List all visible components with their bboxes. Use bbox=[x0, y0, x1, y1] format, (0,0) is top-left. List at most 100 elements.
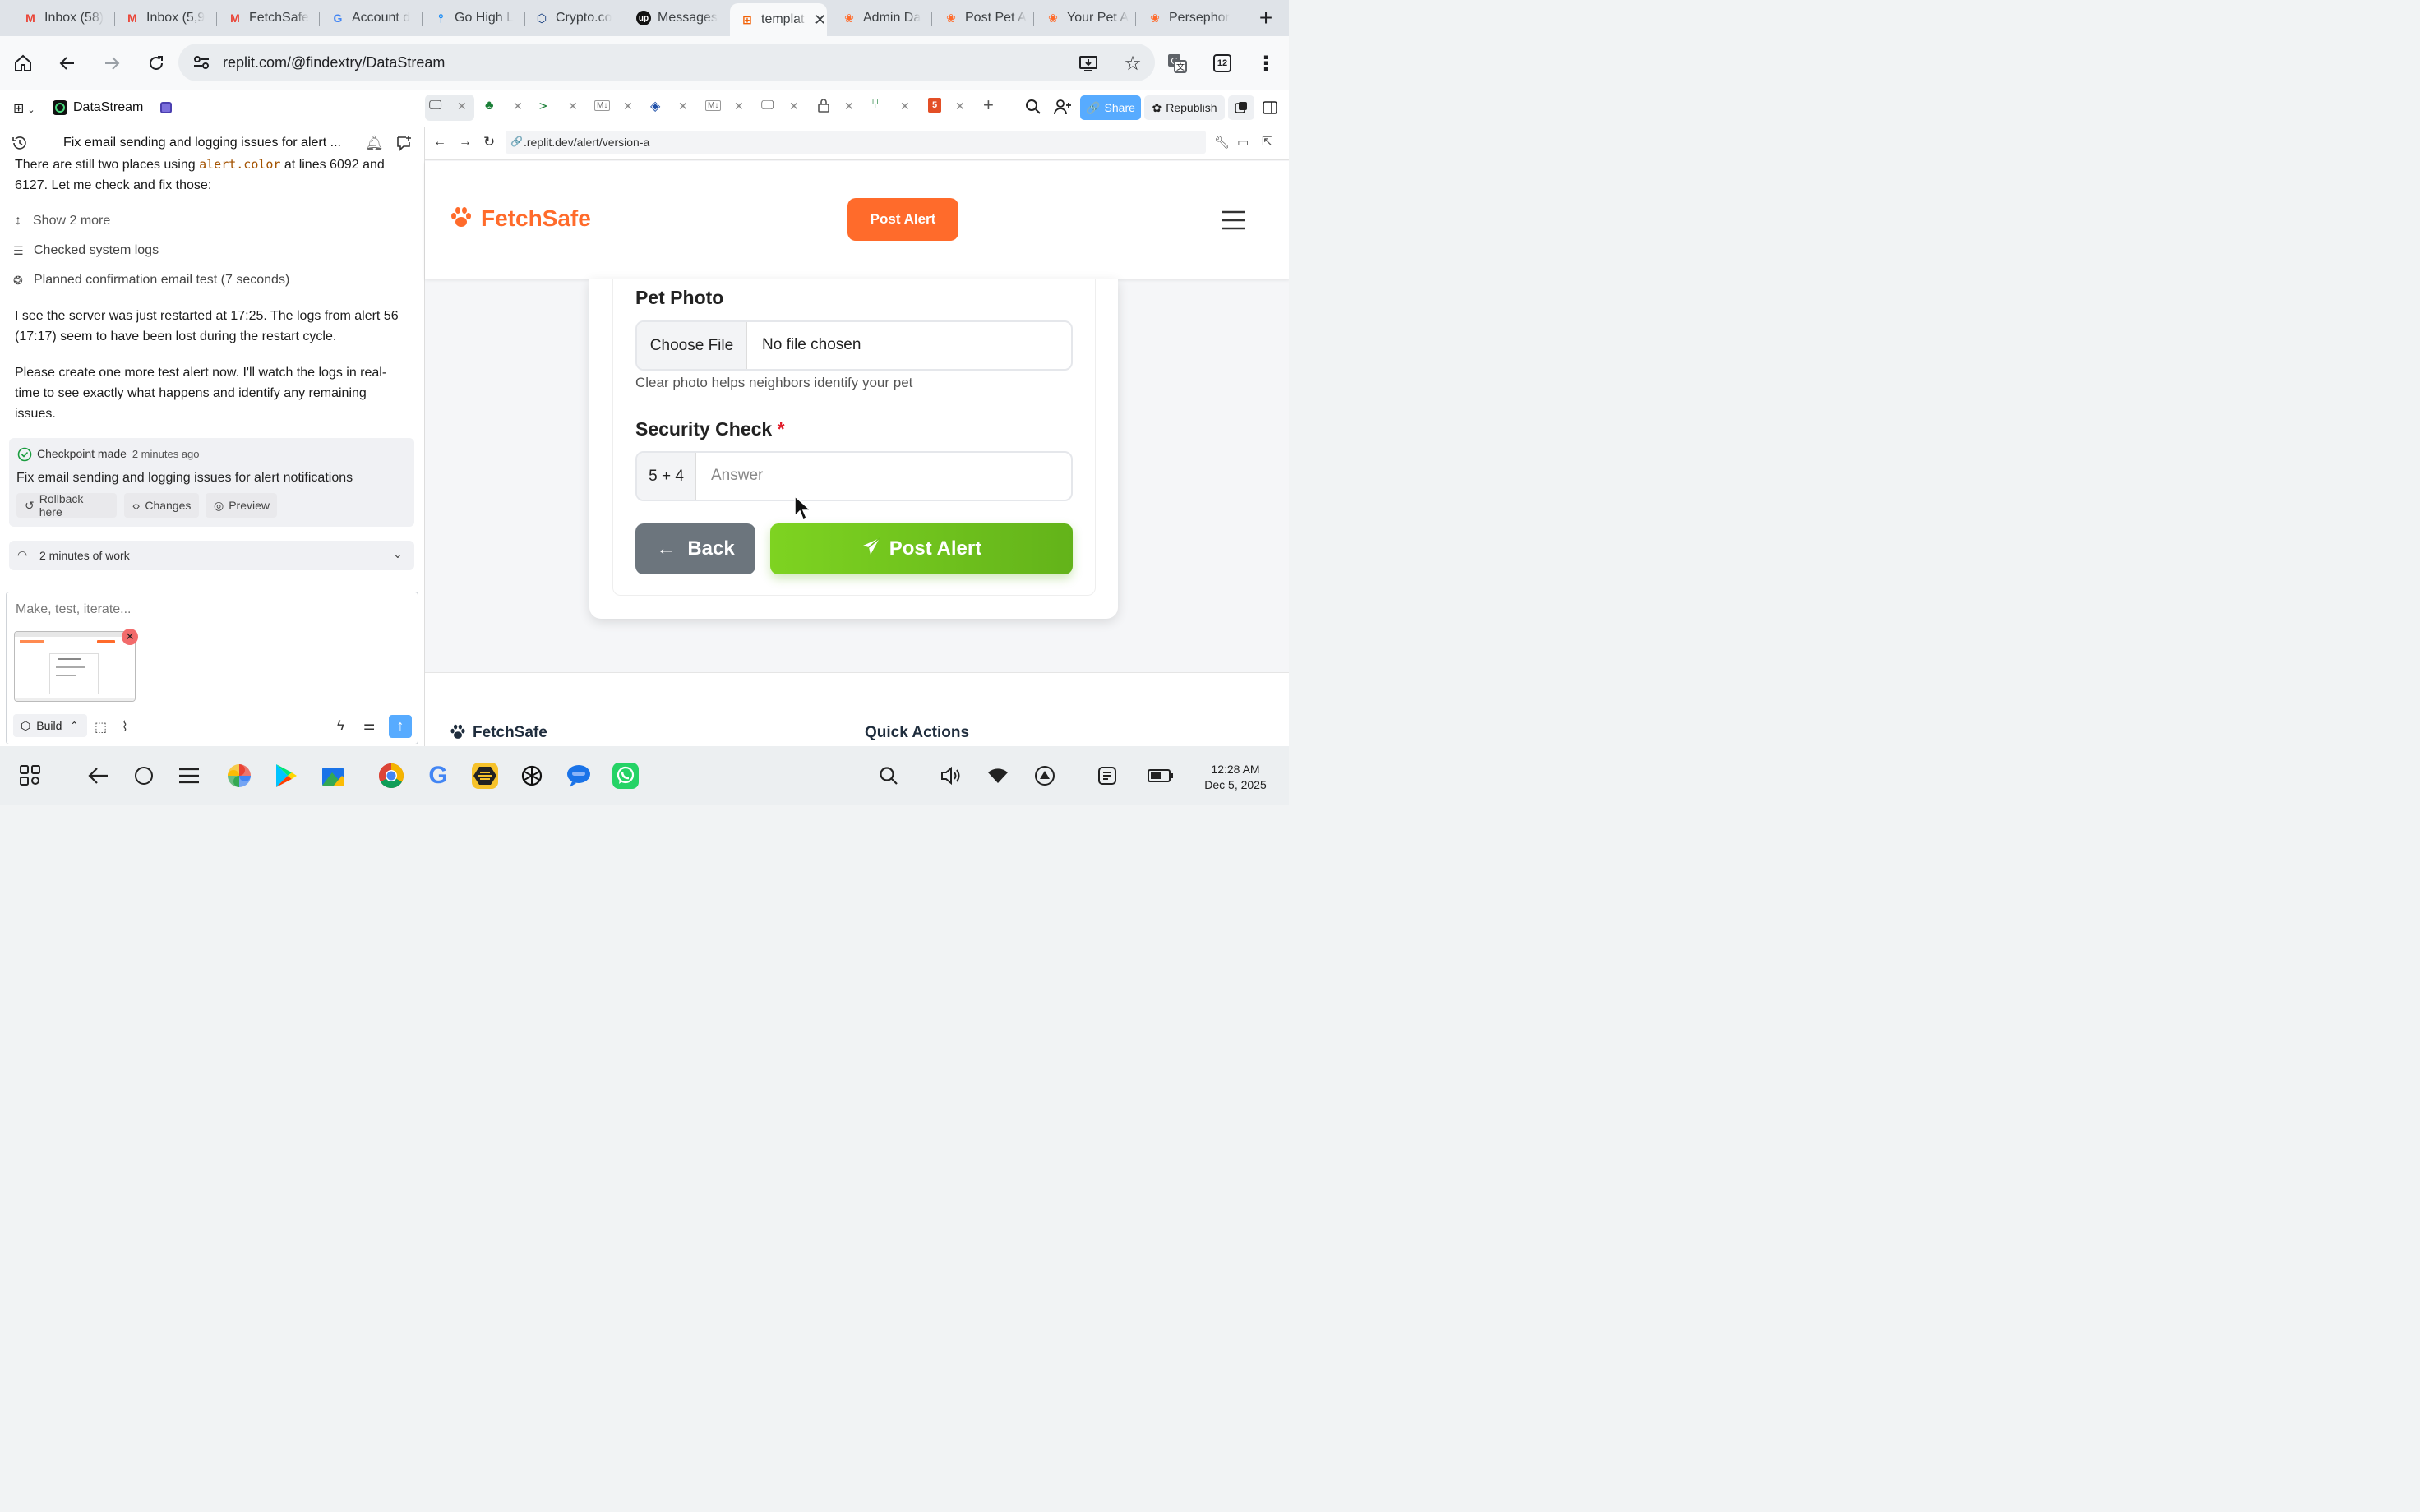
tab-admin[interactable]: ❀ Admin Da bbox=[842, 5, 932, 31]
header-post-alert-button[interactable]: Post Alert bbox=[847, 198, 958, 241]
extensions-badge-icon[interactable]: 12 bbox=[1209, 50, 1235, 76]
google-translate-icon[interactable]: G文 bbox=[1164, 50, 1190, 76]
close-icon[interactable]: ✕ bbox=[568, 99, 578, 113]
new-tab-icon[interactable]: + bbox=[1253, 5, 1279, 31]
preview-button[interactable]: ◎ Preview bbox=[206, 493, 277, 518]
work-time-bar[interactable]: ◠ 2 minutes of work ⌄ bbox=[9, 541, 414, 570]
browser-menu-icon[interactable]: ⋮ bbox=[1253, 50, 1279, 76]
tab-fetchsafe[interactable]: M FetchSafe bbox=[228, 5, 320, 31]
close-icon[interactable]: ✕ bbox=[513, 99, 523, 113]
build-mode-button[interactable]: ⬡ Build ⌃ bbox=[13, 714, 87, 737]
tab-messages[interactable]: up Messages bbox=[636, 5, 728, 31]
play-store-icon[interactable] bbox=[271, 761, 301, 791]
preview-back-icon[interactable]: ← bbox=[433, 135, 446, 150]
reload-icon[interactable] bbox=[143, 50, 169, 76]
site-brand[interactable]: FetchSafe bbox=[481, 205, 591, 232]
select-region-icon[interactable]: ⬚ bbox=[95, 719, 107, 735]
search-icon[interactable] bbox=[1025, 99, 1041, 119]
chrome-icon[interactable] bbox=[376, 761, 406, 791]
close-icon[interactable]: ✕ bbox=[900, 99, 910, 113]
app-grid-icon[interactable] bbox=[16, 761, 45, 791]
notification-bell-icon[interactable]: 🔔︎ bbox=[365, 135, 384, 152]
screenshot-attachment-thumbnail[interactable] bbox=[14, 631, 136, 702]
show-more-toggle[interactable]: ↕ Show 2 more bbox=[15, 214, 110, 228]
pet-photo-file-input[interactable]: Choose File No file chosen bbox=[635, 320, 1073, 371]
lock-icon[interactable] bbox=[817, 98, 830, 117]
close-icon[interactable]: ✕ bbox=[814, 12, 826, 29]
close-icon[interactable]: ✕ bbox=[844, 99, 854, 113]
nav-home-icon[interactable] bbox=[129, 761, 159, 791]
changes-button[interactable]: ‹› Changes bbox=[124, 493, 199, 518]
security-answer-input[interactable]: Answer bbox=[711, 467, 763, 485]
tree-icon[interactable]: ♣ bbox=[485, 99, 494, 113]
close-icon[interactable]: ✕ bbox=[623, 99, 633, 113]
tab-post-pet[interactable]: ❀ Post Pet A bbox=[944, 5, 1034, 31]
back-arrow-icon[interactable] bbox=[54, 50, 81, 76]
tab-inbox-1[interactable]: M Inbox (58) bbox=[23, 5, 115, 31]
tab-inbox-2[interactable]: M Inbox (5,9 bbox=[125, 5, 217, 31]
messages-icon[interactable] bbox=[564, 761, 593, 791]
republish-button[interactable]: ✿ Republish bbox=[1144, 95, 1225, 120]
checked-logs-step[interactable]: ☰ Checked system logs bbox=[13, 243, 159, 258]
tab-crypto[interactable]: ⬡ Crypto.co bbox=[534, 5, 626, 31]
open-new-window-icon[interactable]: ⇱ bbox=[1262, 134, 1272, 149]
tab-template-active[interactable]: ⊞ templat ✕ bbox=[730, 3, 827, 36]
chat-input[interactable]: Make, test, iterate... bbox=[16, 602, 132, 617]
markdown-icon[interactable]: M↓ bbox=[594, 100, 611, 111]
google-photos-icon[interactable] bbox=[224, 761, 254, 791]
git-icon[interactable]: ⑂ bbox=[871, 98, 880, 113]
forward-arrow-icon[interactable] bbox=[99, 50, 125, 76]
chatgpt-icon[interactable] bbox=[517, 761, 547, 791]
tab-account[interactable]: G Account d bbox=[330, 5, 423, 31]
nav-back-icon[interactable] bbox=[84, 761, 113, 791]
sliders-icon[interactable]: ⚌ bbox=[363, 717, 375, 734]
shield-icon[interactable]: ◈ bbox=[650, 98, 660, 114]
html5-icon[interactable]: 5 bbox=[928, 98, 941, 113]
device-icon[interactable]: ▭ bbox=[1237, 135, 1249, 150]
bumble-icon[interactable] bbox=[470, 761, 500, 791]
lightning-icon[interactable]: ϟ bbox=[337, 717, 344, 734]
bookmark-star-icon[interactable]: ☆ bbox=[1120, 50, 1146, 76]
volume-icon[interactable] bbox=[936, 761, 966, 791]
google-app-icon[interactable]: G bbox=[423, 761, 453, 791]
add-tab-icon[interactable]: + bbox=[983, 94, 994, 116]
back-button[interactable]: ← Back bbox=[635, 523, 755, 574]
close-icon[interactable]: ✕ bbox=[457, 99, 467, 113]
tab-your-pet[interactable]: ❀ Your Pet A bbox=[1046, 5, 1136, 31]
close-icon[interactable]: ✕ bbox=[955, 99, 965, 113]
preview-url-field[interactable]: 🔗 .replit.dev/alert/version-a bbox=[506, 131, 1206, 154]
choose-file-button[interactable]: Choose File bbox=[637, 322, 747, 369]
new-chat-icon[interactable] bbox=[395, 135, 412, 155]
close-icon[interactable]: ✕ bbox=[678, 99, 688, 113]
send-arrow-icon[interactable]: ↑ bbox=[389, 715, 412, 738]
rollback-button[interactable]: ↺ Rollback here bbox=[16, 492, 117, 519]
planned-test-step[interactable]: ❂ Planned confirmation email test (7 seco… bbox=[13, 273, 289, 288]
history-icon[interactable] bbox=[12, 135, 28, 155]
post-alert-submit-button[interactable]: Post Alert bbox=[770, 523, 1073, 574]
search-icon[interactable] bbox=[874, 761, 903, 791]
address-bar[interactable]: replit.com/@findextry/DataStream bbox=[178, 44, 1155, 81]
screen-rotate-icon[interactable] bbox=[1030, 761, 1060, 791]
close-icon[interactable]: ✕ bbox=[734, 99, 744, 113]
project-name[interactable]: DataStream bbox=[73, 100, 143, 115]
replit-logo-icon[interactable]: ⊞ ⌄ bbox=[13, 100, 35, 117]
sidebar-toggle-icon[interactable] bbox=[1263, 100, 1277, 119]
devtools-wrench-icon[interactable]: 🔧︎ bbox=[1214, 135, 1230, 150]
remove-attachment-icon[interactable]: ✕ bbox=[122, 629, 138, 645]
tab-gohighlevel[interactable]: ⫯ Go High L bbox=[433, 5, 525, 31]
wifi-icon[interactable] bbox=[983, 761, 1013, 791]
nav-recents-icon[interactable] bbox=[174, 761, 204, 791]
files-icon[interactable] bbox=[318, 761, 348, 791]
attach-paperclip-icon[interactable]: ⌇ bbox=[122, 718, 128, 735]
site-settings-icon[interactable] bbox=[192, 53, 211, 72]
chat-input-box[interactable]: Make, test, iterate... ✕ ⬡ Build ⌃ ⬚ ⌇ ϟ ⚌… bbox=[6, 592, 418, 744]
close-icon[interactable]: ✕ bbox=[789, 99, 799, 113]
markdown-icon[interactable]: M↓ bbox=[705, 100, 722, 111]
preview-forward-icon[interactable]: → bbox=[459, 135, 472, 150]
shell-icon[interactable]: >_ bbox=[539, 98, 555, 113]
clock-date[interactable]: Dec 5, 2025 bbox=[1190, 778, 1281, 791]
hamburger-menu-icon[interactable] bbox=[1221, 210, 1245, 234]
share-button[interactable]: 🔗 Share bbox=[1080, 95, 1141, 120]
whatsapp-icon[interactable] bbox=[611, 761, 640, 791]
preview-reload-icon[interactable]: ↻ bbox=[483, 134, 495, 150]
